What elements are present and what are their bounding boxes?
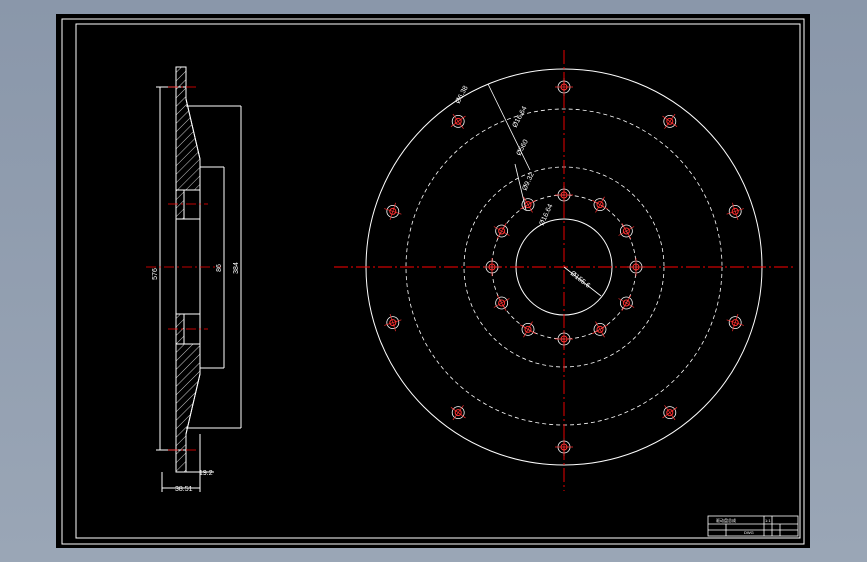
title-block-name: 驱动盘总成 [716,517,736,523]
outer-bolt-hole [384,313,402,332]
inner-bolt-hole [555,330,573,348]
outer-bolt-hole [555,438,573,456]
dim-576-label: 576 [152,268,159,280]
leader-phi-560 [487,83,531,171]
inner-bolt-hole [627,258,645,276]
cad-viewport[interactable]: 576 86 384 19.2 38.51 Ø6.38 Ø16.64 Ø560 … [56,14,810,548]
inner-bolt-hole [493,295,510,311]
outer-bolt-hole [450,405,466,421]
inner-bolt-hole [592,196,608,213]
outer-bolt-hole [662,113,678,129]
dim-phi-6-38: Ø6.38 [455,85,470,105]
front-center-lines [334,50,794,491]
outer-bolt-hole [662,405,678,421]
inner-bolt-hole [592,321,608,338]
cad-drawing[interactable]: 576 86 384 19.2 38.51 Ø6.38 Ø16.64 Ø560 … [56,14,810,548]
inner-bolt-hole [555,186,573,204]
outer-border [61,18,805,545]
dim-19-2-label: 19.2 [199,470,213,477]
inner-bolt-hole [520,196,536,213]
dim-38-51-label: 38.51 [175,486,193,493]
front-leaders [487,83,602,297]
outer-bolt-hole [450,113,466,129]
dim-phi-155-6: Ø155.6 [569,270,591,290]
dim-86-label: 86 [216,264,223,272]
inner-bolt-hole [618,295,635,311]
inner-bolt-hole [493,223,510,239]
inner-bolt-hole [520,321,536,338]
inner-bolt-hole [483,258,501,276]
dim-phi-16-64-inner: Ø16.64 [538,203,554,227]
outer-bolt-hole [555,78,573,96]
dim-phi-560: Ø560 [516,138,530,157]
outer-bolt-hole [726,202,744,221]
dim-384-label: 384 [233,262,240,274]
title-block-drawing-no: DWG [744,530,754,535]
front-view: Ø6.38 Ø16.64 Ø560 Ø9.32 Ø16.64 Ø155.6 [334,50,794,491]
dim-phi-9-32: Ø9.32 [521,172,535,192]
section-hatch-lower [175,313,201,473]
outer-bolt-hole [726,313,744,332]
outer-bolt-hole [384,202,402,221]
title-block-scale: 1:1 [765,518,771,523]
section-view [156,66,242,492]
inner-bolt-hole [618,223,635,239]
